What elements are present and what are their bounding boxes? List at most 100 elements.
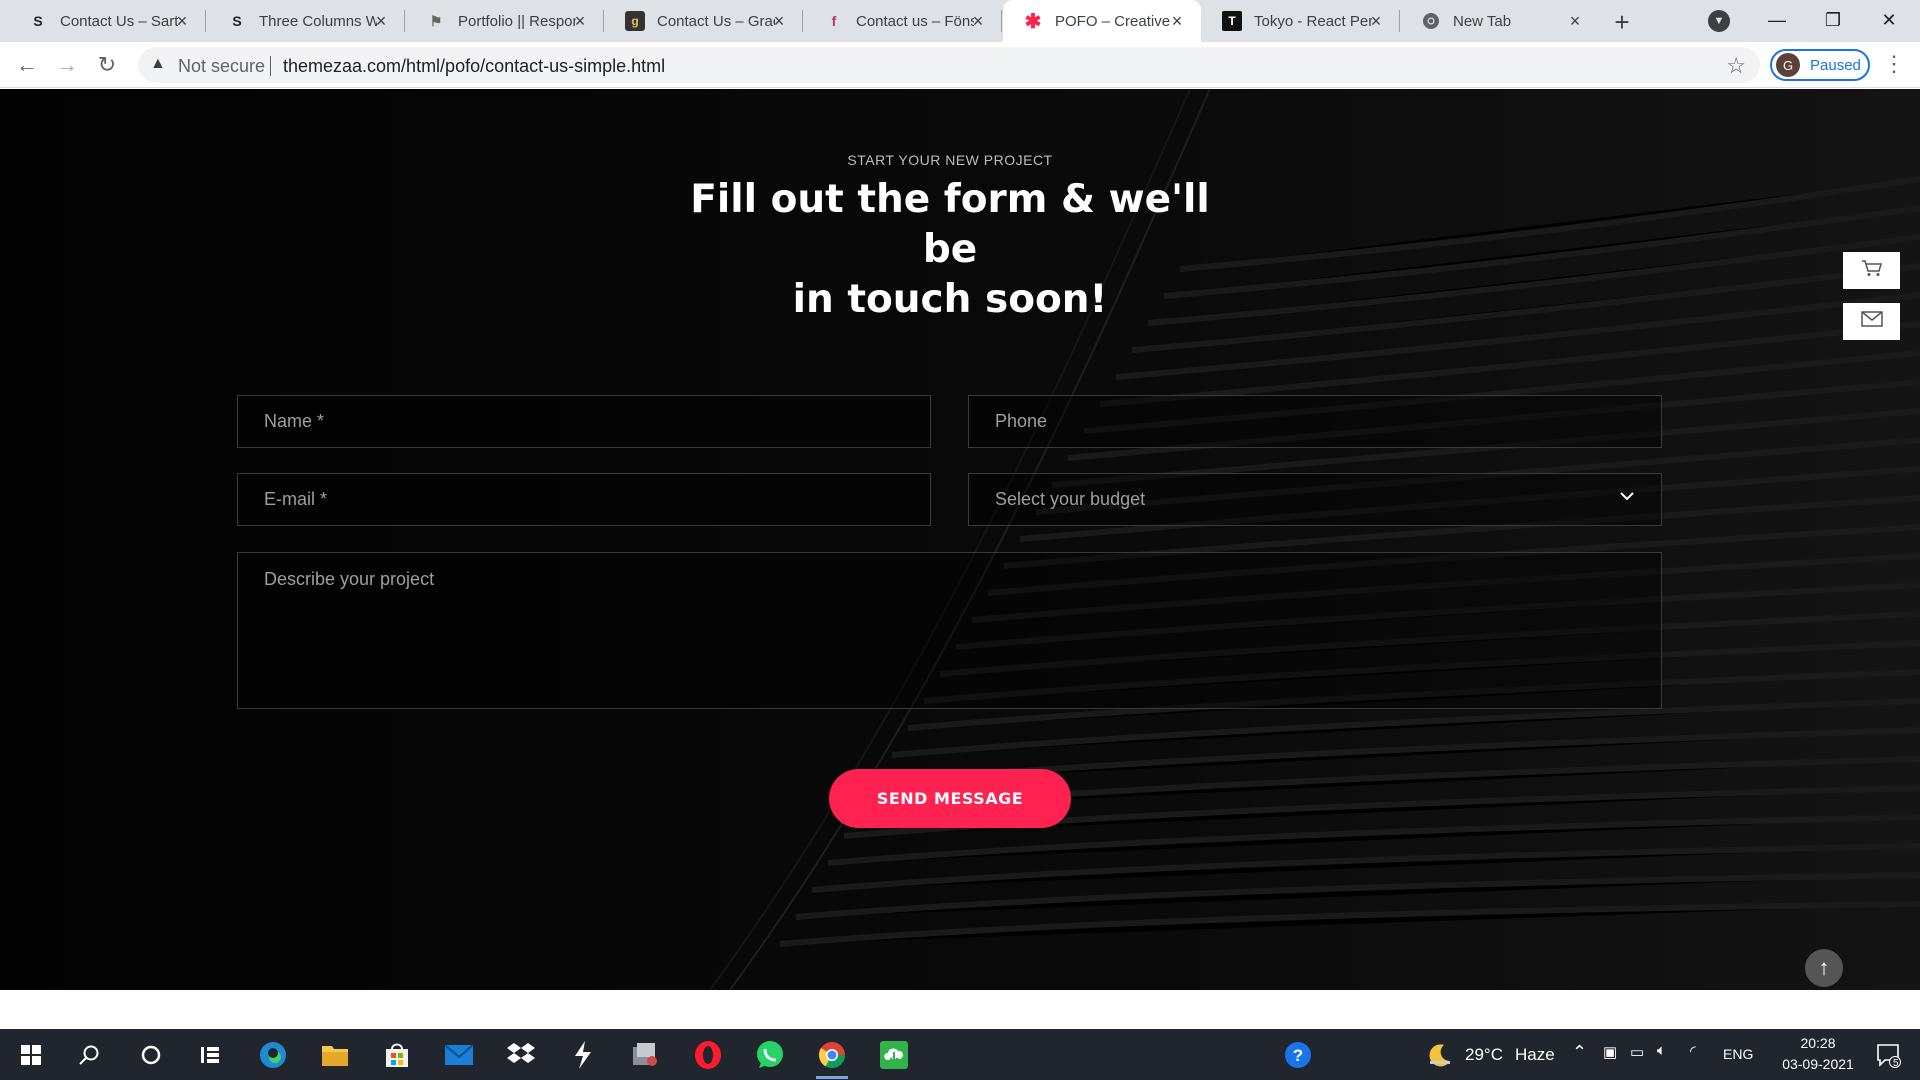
weather-temperature[interactable]: 29°C [1465,1045,1503,1065]
profile-status: Paused [1810,56,1861,74]
browser-tab[interactable]: g Contact Us – Graciano × [605,0,803,42]
browser-tab[interactable]: S Contact Us – Sartor × [8,0,206,42]
winscp-icon[interactable] [563,1035,603,1075]
new-tab-icon[interactable]: + [1608,7,1636,37]
virtual-machine-icon[interactable] [625,1035,665,1075]
page-title: Fill out the form & we'll be in touch so… [660,175,1240,325]
project-description-textarea[interactable]: Describe your project [237,552,1662,709]
task-view-icon[interactable] [190,1035,230,1075]
windows-taskbar: ? 29°C Haze ⌃ ▣ ▭ 🔈︎ ◜ ENG 20:28 03-09-2… [0,1029,1920,1080]
reload-icon[interactable]: ↻ [92,50,122,80]
mail-button[interactable] [1843,303,1900,340]
browser-tab[interactable]: New Tab × [1401,0,1599,42]
restore-window-icon[interactable]: ❐ [1813,4,1853,36]
svg-text:?: ? [1293,1046,1303,1065]
budget-select[interactable]: Select your budget [968,473,1662,526]
phone-field[interactable]: Phone [968,395,1662,448]
bookmark-star-icon[interactable]: ☆ [1726,53,1746,79]
site-favicon-icon: g [625,11,645,31]
browser-toolbar: ← → ↻ ▲ Not secure themezaa.com/html/pof… [0,42,1920,88]
asterisk-favicon-icon: ✱ [1024,10,1042,33]
windows-start-icon[interactable] [11,1035,51,1075]
tab-title: New Tab [1453,12,1512,30]
mail-app-icon[interactable] [439,1035,479,1075]
search-icon[interactable] [69,1035,109,1075]
scroll-to-top-button[interactable]: ↑ [1805,949,1843,987]
warning-triangle-icon[interactable]: ▲ [150,55,166,73]
browser-tab-active[interactable]: ✱ POFO – Creative Agency × [1003,0,1201,42]
edge-browser-icon[interactable] [253,1035,293,1075]
profile-button[interactable]: G Paused [1770,49,1870,81]
headline-line: in touch soon! [792,277,1108,322]
phone-placeholder: Phone [995,411,1048,431]
tab-title: Three Columns With [259,12,377,30]
input-language[interactable]: ENG [1723,1046,1753,1062]
forward-arrow-icon[interactable]: → [52,50,82,80]
microsoft-store-icon[interactable] [377,1035,417,1075]
site-favicon-icon: S [232,13,242,29]
tab-title: Tokyo - React Personal [1254,12,1372,30]
envelope-icon [1860,311,1883,332]
email-field[interactable]: E-mail * [237,473,931,526]
volume-icon[interactable]: 🔈︎ [1657,1042,1666,1059]
arrow-up-icon: ↑ [1818,955,1830,980]
device-icon[interactable]: ▣ [1603,1043,1617,1061]
close-tab-icon[interactable]: × [968,11,988,31]
back-arrow-icon[interactable]: ← [12,50,42,80]
more-menu-icon[interactable]: ⋮ [1882,51,1906,76]
close-window-icon[interactable]: ✕ [1869,4,1909,36]
battery-icon[interactable]: ▭ [1630,1043,1644,1061]
project-placeholder: Describe your project [264,569,435,589]
cart-icon [1861,259,1883,282]
headline-line: Fill out the form & we'll be [690,177,1210,272]
browser-tab[interactable]: ⚑ Portfolio || Responsive × [406,0,604,42]
site-favicon-icon: f [831,13,837,29]
weather-description[interactable]: Haze [1515,1045,1555,1065]
tab-title: Contact Us – Sartor [60,12,178,30]
close-tab-icon[interactable]: × [1565,11,1585,31]
tab-title: Portfolio || Responsive [458,12,576,30]
opera-browser-icon[interactable] [688,1035,728,1075]
wifi-icon[interactable]: ◜ [1690,1042,1696,1060]
close-tab-icon[interactable]: × [172,11,192,31]
flag-favicon-icon: ⚑ [429,12,443,29]
browser-tab[interactable]: T Tokyo - React Personal × [1202,0,1400,42]
cart-button[interactable] [1843,252,1900,289]
contact-section: START YOUR NEW PROJECT Fill out the form… [0,89,1920,990]
close-tab-icon[interactable]: × [371,11,391,31]
site-favicon-icon: S [33,13,43,29]
close-tab-icon[interactable]: × [769,11,789,31]
notification-center-icon[interactable]: 5 [1868,1035,1908,1075]
browser-tab[interactable]: S Three Columns With × [207,0,405,42]
chevron-down-icon [1619,488,1635,509]
browser-tab[interactable]: f Contact us – Fönster × [804,0,1002,42]
whatsapp-icon[interactable] [750,1035,790,1075]
email-placeholder: E-mail * [264,489,328,509]
tab-title: Contact us – Fönster [856,12,974,30]
close-tab-icon[interactable]: × [570,11,590,31]
notification-count: 5 [1893,1058,1899,1069]
chrome-taskbar-icon[interactable] [812,1035,852,1079]
file-explorer-icon[interactable] [315,1035,355,1075]
name-field[interactable]: Name * [237,395,931,448]
address-bar[interactable]: ▲ Not secure themezaa.com/html/pofo/cont… [138,47,1760,83]
clock-date[interactable]: 03-09-2021 [1768,1056,1868,1072]
close-tab-icon[interactable]: × [1366,11,1386,31]
clock-time[interactable]: 20:28 [1788,1035,1848,1051]
section-eyebrow: START YOUR NEW PROJECT [847,152,1053,168]
close-tab-icon[interactable]: × [1167,11,1187,31]
help-icon[interactable]: ? [1278,1035,1318,1075]
chevron-up-icon[interactable]: ⌃ [1572,1042,1587,1063]
cortana-icon[interactable] [131,1035,171,1075]
name-placeholder: Name * [264,411,325,431]
site-favicon-icon: T [1222,11,1242,31]
weather-moon-icon [1420,1035,1460,1075]
url-text[interactable]: themezaa.com/html/pofo/contact-us-simple… [283,56,665,77]
security-label[interactable]: Not secure [178,56,265,77]
tab-search-icon[interactable]: ▼ [1708,10,1730,32]
send-message-button[interactable]: SEND MESSAGE [829,769,1071,828]
dropbox-icon[interactable] [501,1035,541,1075]
tab-title: POFO – Creative Agency [1055,12,1173,30]
cloud-download-app-icon[interactable] [874,1035,914,1075]
minimize-icon[interactable]: — [1757,4,1797,36]
